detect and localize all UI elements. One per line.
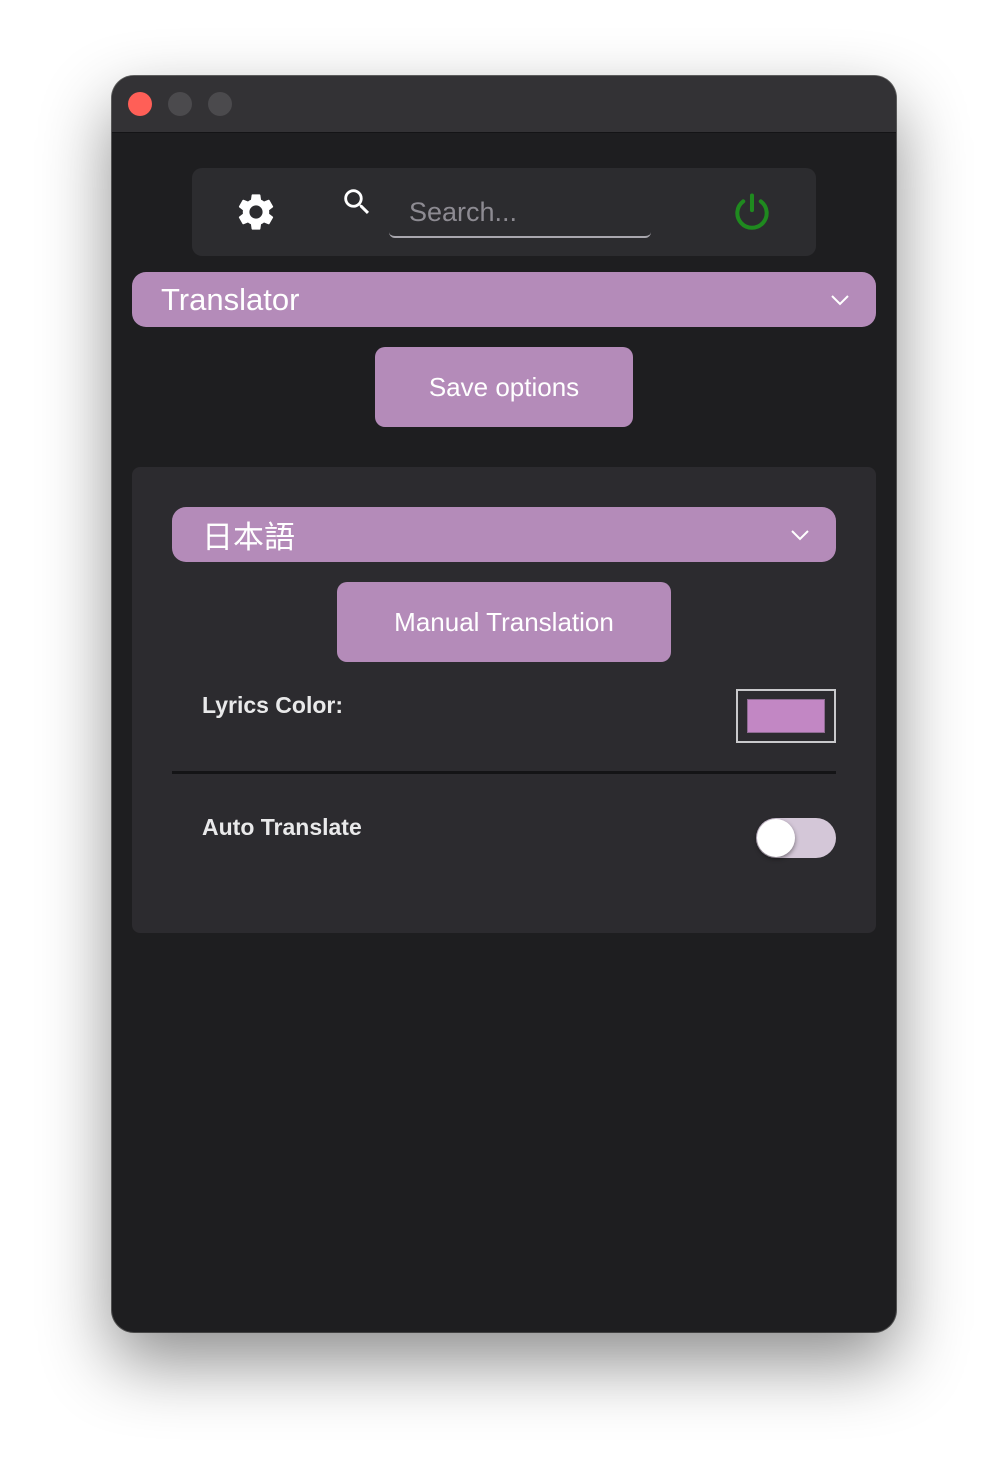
app-window: Translator Save options 日本語 Manual Trans… <box>112 76 896 1332</box>
lyrics-color-swatch <box>747 699 825 733</box>
lyrics-color-label: Lyrics Color: <box>202 692 344 718</box>
title-bar <box>112 76 896 133</box>
language-select[interactable]: 日本語 <box>172 507 836 562</box>
module-select-label: Translator <box>161 281 300 317</box>
auto-translate-toggle[interactable] <box>756 818 836 858</box>
divider <box>172 771 836 774</box>
module-select[interactable]: Translator <box>132 272 876 327</box>
gear-icon[interactable] <box>234 190 278 234</box>
chevron-down-icon <box>791 529 809 540</box>
language-select-label: 日本語 <box>202 520 295 555</box>
close-window-button[interactable] <box>128 92 152 116</box>
translator-settings-panel: 日本語 Manual Translation Lyrics Color: Aut… <box>132 467 876 933</box>
maximize-window-button[interactable] <box>208 92 232 116</box>
lyrics-color-picker[interactable] <box>736 689 836 743</box>
search-icon[interactable] <box>340 185 374 219</box>
power-icon[interactable] <box>730 190 774 234</box>
auto-translate-label: Auto Translate <box>202 814 362 840</box>
top-toolbar <box>192 168 816 256</box>
toggle-knob <box>757 819 795 857</box>
search-input[interactable] <box>389 188 651 238</box>
chevron-down-icon <box>831 294 849 305</box>
save-options-button[interactable]: Save options <box>375 347 633 427</box>
manual-translation-button[interactable]: Manual Translation <box>337 582 671 662</box>
minimize-window-button[interactable] <box>168 92 192 116</box>
